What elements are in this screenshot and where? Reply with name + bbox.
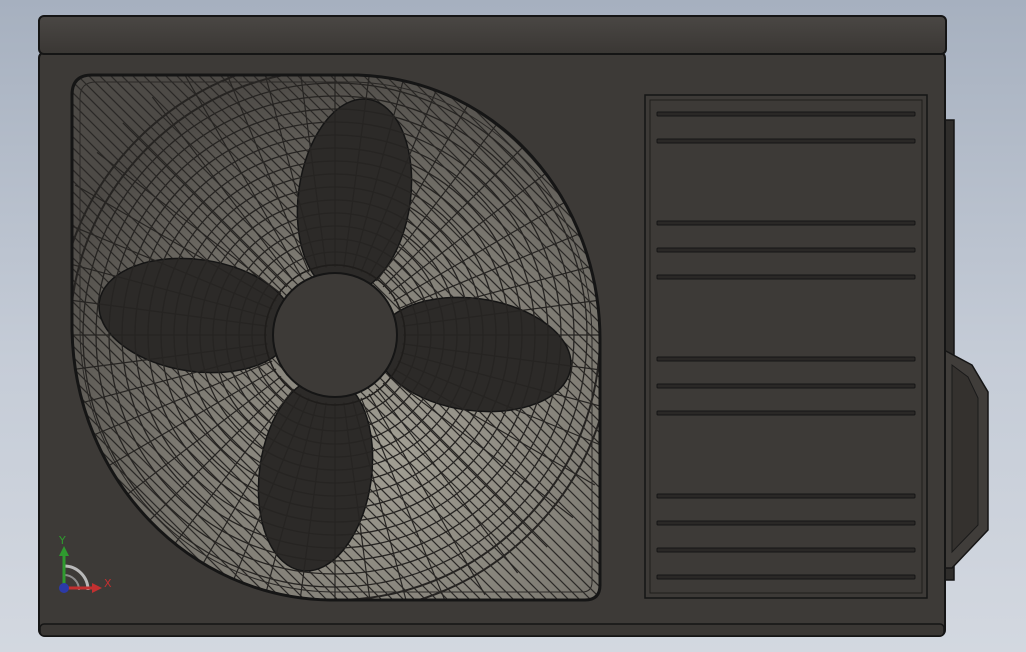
louvre-slot [656, 547, 916, 553]
louvre-slot [656, 274, 916, 280]
y-axis-label: Y [59, 534, 66, 547]
louvre-slot [656, 520, 916, 526]
louvre-panel [644, 94, 928, 599]
louvre-slot [656, 493, 916, 499]
louvre-slot [656, 247, 916, 253]
cabinet-top-lid [38, 15, 947, 55]
louvre-slot [656, 138, 916, 144]
x-axis-label: X [104, 577, 112, 590]
louvre-slot [656, 410, 916, 416]
side-enclosure [943, 119, 989, 581]
louvre-slot [656, 220, 916, 226]
fan-hub [272, 272, 398, 398]
louvre-slot [656, 574, 916, 580]
cabinet-base [39, 623, 945, 637]
louvre-slot [656, 383, 916, 389]
louvre-slot [656, 356, 916, 362]
z-axis-dot [59, 583, 69, 593]
louvre-slot [656, 111, 916, 117]
cad-viewport[interactable]: X Y [0, 0, 1026, 652]
ac-unit-model[interactable] [0, 0, 1026, 652]
